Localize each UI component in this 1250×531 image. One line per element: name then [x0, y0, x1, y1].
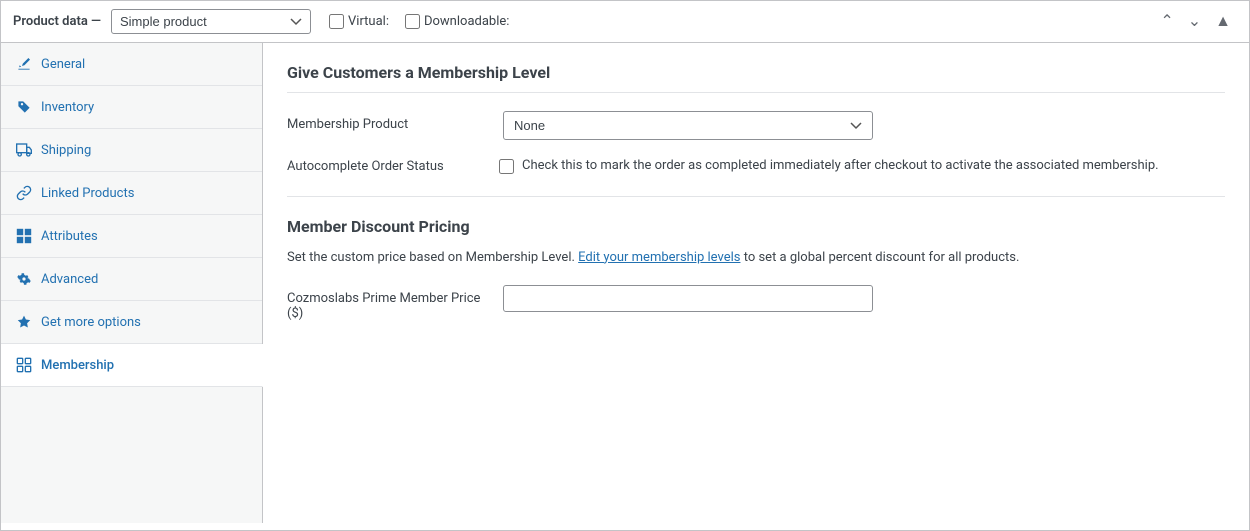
- autocomplete-label: Autocomplete Order Status: [287, 156, 487, 174]
- edit-membership-levels-link[interactable]: Edit your membership levels: [578, 250, 740, 265]
- discount-desc-after: to set a global percent discount for all…: [744, 250, 1020, 265]
- price-field: [503, 285, 1225, 312]
- grid-icon: [15, 227, 33, 245]
- product-data-sidebar: General Inventory Shipping: [1, 43, 263, 523]
- membership-product-label: Membership Product: [287, 111, 487, 132]
- collapse-button[interactable]: ▲: [1209, 10, 1237, 34]
- sidebar-item-advanced-label: Advanced: [41, 272, 98, 287]
- sidebar-item-membership-label: Membership: [41, 358, 114, 373]
- membership-product-select[interactable]: None: [503, 111, 873, 140]
- product-data-panel: Product data — Simple product Virtual: D…: [0, 0, 1250, 531]
- sidebar-item-shipping[interactable]: Shipping: [1, 129, 262, 172]
- link-icon: [15, 184, 33, 202]
- autocomplete-desc: Check this to mark the order as complete…: [522, 156, 1159, 176]
- sidebar-item-linked-products-label: Linked Products: [41, 186, 134, 201]
- sidebar-item-get-more-options[interactable]: Get more options: [1, 301, 262, 344]
- star-icon: [15, 313, 33, 331]
- price-input[interactable]: [503, 285, 873, 312]
- product-data-header: Product data — Simple product Virtual: D…: [1, 1, 1249, 43]
- virtual-downloadable-options: Virtual: Downloadable:: [329, 14, 509, 29]
- virtual-label: Virtual:: [348, 14, 389, 29]
- membership-product-select-wrapper: None: [503, 111, 873, 140]
- sidebar-item-general[interactable]: General: [1, 43, 262, 86]
- truck-icon: [15, 141, 33, 159]
- expand-down-button[interactable]: ⌄: [1182, 10, 1207, 34]
- tag-icon: [15, 98, 33, 116]
- sidebar-item-linked-products[interactable]: Linked Products: [1, 172, 262, 215]
- sidebar-item-inventory-label: Inventory: [41, 100, 94, 115]
- price-label: Cozmoslabs Prime Member Price ($): [287, 285, 487, 321]
- sidebar-item-general-label: General: [41, 57, 85, 72]
- expand-up-button[interactable]: ⌃: [1154, 10, 1179, 34]
- product-data-body: General Inventory Shipping: [1, 43, 1249, 523]
- virtual-option[interactable]: Virtual:: [329, 14, 389, 29]
- sidebar-item-attributes-label: Attributes: [41, 229, 98, 244]
- product-data-label: Product data —: [13, 14, 101, 29]
- membership-product-field: None: [503, 111, 1225, 140]
- autocomplete-order-row: Autocomplete Order Status Check this to …: [287, 156, 1225, 176]
- sidebar-item-shipping-label: Shipping: [41, 143, 91, 158]
- membership-product-row: Membership Product None: [287, 111, 1225, 140]
- downloadable-checkbox[interactable]: [405, 14, 420, 29]
- sidebar-item-advanced[interactable]: Advanced: [1, 258, 262, 301]
- sidebar-item-get-more-options-label: Get more options: [41, 315, 141, 330]
- users-icon: [15, 356, 33, 374]
- sidebar-item-membership[interactable]: Membership: [1, 344, 263, 387]
- product-type-select[interactable]: Simple product: [111, 9, 311, 34]
- main-content: Give Customers a Membership Level Member…: [263, 43, 1249, 523]
- gear-icon: [15, 270, 33, 288]
- discount-desc-before: Set the custom price based on Membership…: [287, 250, 575, 265]
- downloadable-label: Downloadable:: [424, 14, 509, 29]
- wrench-icon: [15, 55, 33, 73]
- virtual-checkbox[interactable]: [329, 14, 344, 29]
- price-row: Cozmoslabs Prime Member Price ($): [287, 285, 1225, 321]
- sidebar-item-attributes[interactable]: Attributes: [1, 215, 262, 258]
- section-divider: [287, 196, 1225, 197]
- discount-desc: Set the custom price based on Membership…: [287, 248, 1225, 268]
- membership-section-title: Give Customers a Membership Level: [287, 63, 1225, 93]
- autocomplete-checkbox[interactable]: [499, 159, 514, 174]
- autocomplete-field: Check this to mark the order as complete…: [499, 156, 1225, 176]
- header-actions: ⌃ ⌄ ▲: [1154, 10, 1237, 34]
- discount-section-title: Member Discount Pricing: [287, 217, 1225, 236]
- downloadable-option[interactable]: Downloadable:: [405, 14, 509, 29]
- sidebar-item-inventory[interactable]: Inventory: [1, 86, 262, 129]
